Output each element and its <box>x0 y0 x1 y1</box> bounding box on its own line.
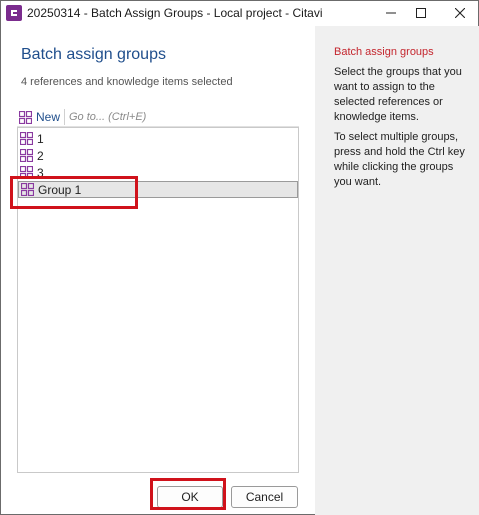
close-icon <box>455 8 465 18</box>
minimize-icon <box>386 12 396 14</box>
list-item-group-3[interactable]: 3 <box>18 164 298 181</box>
list-item-group-2[interactable]: 2 <box>18 147 298 164</box>
list-item-group-group-1[interactable]: Group 1 <box>18 181 298 198</box>
close-button[interactable] <box>445 1 475 25</box>
window-title: 20250314 - Batch Assign Groups - Local p… <box>27 6 323 20</box>
group-icon <box>21 183 34 196</box>
maximize-icon <box>416 8 426 18</box>
list-item-label: 3 <box>37 165 44 180</box>
group-icon <box>20 149 33 162</box>
help-title: Batch assign groups <box>334 46 434 58</box>
title-bar[interactable]: 20250314 - Batch Assign Groups - Local p… <box>1 1 478 25</box>
list-item-group-1[interactable]: 1 <box>18 130 298 147</box>
new-group-icon <box>19 110 32 124</box>
cancel-button[interactable]: Cancel <box>231 486 298 508</box>
citavi-logo-icon <box>6 5 22 21</box>
help-pane: Batch assign groups Select the groups th… <box>315 26 479 515</box>
group-list[interactable]: 1 2 3 Group 1 <box>17 127 299 473</box>
list-item-label: 2 <box>37 148 44 163</box>
help-paragraph-select: Select the groups that you want to assig… <box>334 66 462 123</box>
ok-button[interactable]: OK <box>157 486 223 508</box>
group-icon <box>20 132 33 145</box>
toolbar-separator <box>64 109 65 125</box>
new-group-button[interactable]: New <box>17 107 64 127</box>
minimize-button[interactable] <box>376 1 406 25</box>
new-group-label: New <box>36 110 61 124</box>
list-item-label: 1 <box>37 131 44 146</box>
selection-info: 4 references and knowledge items selecte… <box>21 76 233 88</box>
list-item-label: Group 1 <box>38 182 82 197</box>
help-paragraph-multiselect: To select multiple groups, press and hol… <box>334 131 465 188</box>
main-pane: Batch assign groups 4 references and kno… <box>2 26 314 514</box>
dialog-window: 20250314 - Batch Assign Groups - Local p… <box>0 0 479 515</box>
help-body: Select the groups that you want to assig… <box>334 65 474 190</box>
dialog-title: Batch assign groups <box>21 46 166 63</box>
maximize-button[interactable] <box>406 1 436 25</box>
group-toolbar: New <box>17 107 299 127</box>
group-icon <box>20 166 33 179</box>
goto-input[interactable] <box>67 107 299 127</box>
